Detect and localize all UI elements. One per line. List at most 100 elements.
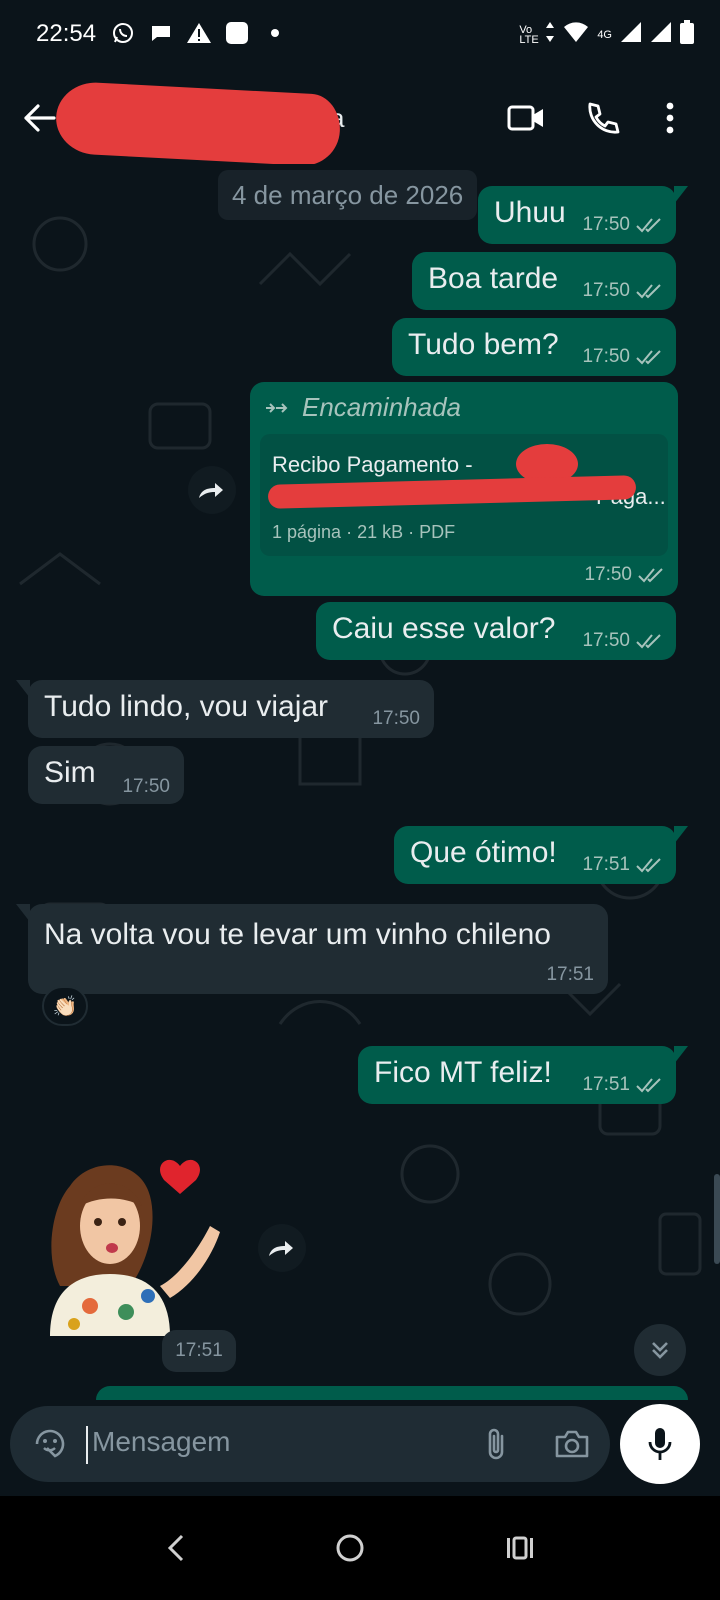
chat-area[interactable]: 4 de março de 2026 Uhuu 17:50 Boa tarde … <box>0 164 720 1416</box>
sticker-emoji-icon <box>35 1429 65 1458</box>
more-options-icon <box>666 102 674 134</box>
message-meta: 17:50 <box>582 630 662 652</box>
system-navigation-bar <box>0 1496 720 1600</box>
sticker-time: 17:51 <box>162 1330 236 1372</box>
message-time: 17:50 <box>372 708 420 729</box>
message-text: Tudo bem? <box>408 328 559 361</box>
forward-button[interactable] <box>258 1224 306 1272</box>
voice-message-button[interactable] <box>620 1404 700 1484</box>
message-meta: 17:50 <box>582 346 662 368</box>
message-bubble-outgoing[interactable]: Que ótimo! 17:51 <box>394 826 688 884</box>
forward-button[interactable] <box>188 466 236 514</box>
camera-icon <box>555 1430 589 1458</box>
message-time: 17:50 <box>582 280 630 301</box>
message-time: 17:50 <box>122 776 170 797</box>
message-bubble-outgoing[interactable]: Caiu esse valor? 17:50 <box>316 602 676 660</box>
nav-home-button[interactable] <box>324 1522 376 1574</box>
message-meta: 17:50 <box>582 280 662 302</box>
forwarded-label-text: Encaminhada <box>302 392 461 422</box>
emoji-button[interactable] <box>30 1424 70 1464</box>
message-bubble-outgoing[interactable]: Boa tarde 17:50 <box>412 252 676 310</box>
status-time: 22:54 <box>36 20 97 47</box>
message-bubble-outgoing[interactable]: Tudo bem? 17:50 <box>392 318 676 376</box>
message-time: 17:50 <box>582 346 630 367</box>
double-check-icon <box>636 284 661 299</box>
forwarded-label: Encaminhada <box>264 392 461 423</box>
message-text: Uhuu <box>494 196 566 229</box>
volte-icon: Vo LTE <box>519 23 539 46</box>
document-card[interactable]: Recibo Pagamento - Paga... 1 página · 21… <box>260 434 668 556</box>
document-pages: 1 página <box>272 522 342 542</box>
app-square-icon <box>224 20 250 46</box>
document-type: PDF <box>419 522 456 542</box>
date-chip: 4 de março de 2026 <box>218 170 478 220</box>
document-info: 1 página · 21 kB · PDF <box>272 522 456 542</box>
message-text: Caiu esse valor? <box>332 612 556 645</box>
double-check-icon <box>636 1078 661 1093</box>
home-nav-icon <box>336 1534 364 1562</box>
message-bubble-outgoing[interactable]: Fico MT feliz! 17:51 <box>358 1046 688 1104</box>
nav-recents-button[interactable] <box>494 1522 546 1574</box>
sticker-kiss-avatar[interactable] <box>30 1156 240 1336</box>
battery-icon <box>680 20 694 49</box>
nav-back-button[interactable] <box>150 1522 202 1574</box>
message-text: Na volta vou te levar um vinho chileno <box>44 918 551 951</box>
message-time: 17:51 <box>582 1074 630 1095</box>
recents-nav-icon <box>507 1536 533 1560</box>
forwarded-arrows-icon <box>266 402 288 413</box>
reaction-badge[interactable]: 👏🏻 <box>42 986 88 1026</box>
message-bubble-incoming[interactable]: Na volta vou te levar um vinho chileno 1… <box>16 904 608 994</box>
whatsapp-icon <box>110 20 136 46</box>
signal-icon <box>650 21 672 48</box>
message-composer: Mensagem <box>0 1400 720 1496</box>
video-call-button[interactable] <box>506 98 546 138</box>
message-text: Boa tarde <box>428 262 559 295</box>
message-text: Fico MT feliz! <box>374 1056 552 1089</box>
document-size: 21 kB <box>357 522 404 542</box>
4g-signal-icon <box>620 21 642 48</box>
forward-icon <box>269 1241 293 1256</box>
double-check-icon <box>636 858 661 873</box>
warning-icon <box>186 20 212 46</box>
double-chevron-down-icon <box>652 1342 668 1359</box>
4g-label: 4G <box>597 28 612 41</box>
message-meta: 17:50 <box>584 564 664 586</box>
message-bubble-incoming[interactable]: Tudo lindo, vou viajar 17:50 <box>16 680 434 738</box>
dot-icon <box>262 20 288 46</box>
forwarded-document-message[interactable]: Encaminhada Recibo Pagamento - Paga... 1… <box>250 382 678 596</box>
message-input-container[interactable]: Mensagem <box>10 1406 610 1482</box>
double-check-icon <box>638 568 663 583</box>
double-check-icon <box>636 350 661 365</box>
wifi-icon <box>563 21 589 48</box>
message-meta: 17:51 <box>582 1074 662 1096</box>
message-bubble-incoming[interactable]: Sim 17:50 <box>28 746 184 804</box>
chat-header: a <box>0 72 720 168</box>
message-time: 17:51 <box>582 854 630 875</box>
message-text: Que ótimo! <box>410 836 557 869</box>
back-button[interactable] <box>22 98 58 138</box>
heart-icon <box>160 1159 200 1194</box>
scrollbar-thumb[interactable] <box>714 1174 720 1264</box>
camera-button[interactable] <box>552 1424 592 1464</box>
scroll-to-bottom-button[interactable] <box>634 1324 686 1376</box>
message-bubble-outgoing[interactable]: Uhuu 17:50 <box>478 186 688 244</box>
document-line-redaction <box>267 475 637 509</box>
contact-name-redaction <box>54 80 342 168</box>
message-input-placeholder[interactable]: Mensagem <box>92 1426 231 1458</box>
attach-button[interactable] <box>476 1424 516 1464</box>
more-options-button[interactable] <box>650 98 690 138</box>
message-time: 17:50 <box>582 214 630 235</box>
double-check-icon <box>636 218 661 233</box>
message-meta: 17:50 <box>582 214 662 236</box>
status-bar: 22:54 Vo LTE 4G <box>0 0 720 72</box>
voice-call-button[interactable] <box>582 98 622 138</box>
back-arrow-icon <box>24 104 56 132</box>
message-time: 17:51 <box>546 964 594 985</box>
notification-icons <box>110 20 288 46</box>
chat-bubble-icon <box>148 20 174 46</box>
message-time: 17:50 <box>582 630 630 651</box>
forward-icon <box>199 483 223 498</box>
mic-icon <box>648 1428 672 1460</box>
back-nav-icon <box>167 1534 184 1562</box>
data-arrows-icon <box>545 21 555 48</box>
